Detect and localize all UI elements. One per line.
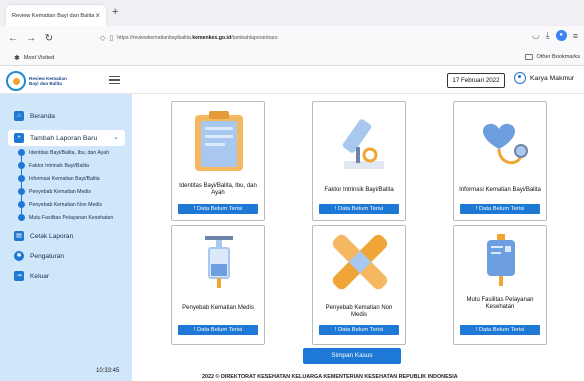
sidebar: ⌂ Beranda + Tambah Laporan Baru ⌄ Identi… xyxy=(0,94,132,381)
footer: 2022 © DIREKTORAT KESEHATAN KELUARGA KEM… xyxy=(202,374,458,380)
gear-icon: ✱ xyxy=(14,251,24,261)
lock-icon: ▯ xyxy=(109,35,114,42)
clipboard-icon xyxy=(180,108,258,174)
sidebar-item-cetak[interactable]: ▤ Cetak Laporan xyxy=(14,231,73,241)
sidebar-item-keluar[interactable]: ⇥ Keluar xyxy=(14,271,49,281)
gear-icon: ✱ xyxy=(14,55,20,62)
browser-tabbar: Review Kematian Bayi dan Balita × + xyxy=(0,0,584,26)
sidebar-item-label: Keluar xyxy=(30,272,50,280)
logout-icon: ⇥ xyxy=(14,271,24,281)
download-icon[interactable]: ⤓ xyxy=(546,30,550,41)
submenu-dot-icon xyxy=(18,201,25,208)
user-icon xyxy=(514,72,526,84)
stethoscope-icon xyxy=(462,108,540,174)
syringe-icon xyxy=(180,232,258,292)
submenu-item-identitas[interactable]: Identitas Bayi/Balita, Ibu, dan Ayah xyxy=(18,149,109,156)
status-badge: ! Data Belum Terisi xyxy=(178,325,258,335)
card-title: Mutu Fasilitas Pelayanan Kesehatan xyxy=(466,297,534,310)
card-medis[interactable]: Penyebab Kematian Medis ! Data Belum Ter… xyxy=(171,225,265,345)
card-informasi[interactable]: Informasi Kematian Bayi/Balita ! Data Be… xyxy=(453,101,547,221)
url-domain: kemenkes.go.id xyxy=(192,35,232,41)
submenu-label: Faktor Intrinsik Bayi/Balita xyxy=(29,162,89,169)
submenu-item-mutu[interactable]: Mutu Fasilitas Pelayanan Kesehatan xyxy=(18,214,113,221)
browser-tab[interactable]: Review Kematian Bayi dan Balita × xyxy=(6,5,106,26)
sidebar-item-label: Cetak Laporan xyxy=(30,232,74,240)
submenu-dot-icon xyxy=(18,149,25,156)
add-document-icon: + xyxy=(14,133,24,143)
back-icon[interactable]: ← xyxy=(4,33,22,44)
url-prefix: https://reviewkematianbayibalita. xyxy=(117,35,193,41)
submenu-label: Informasi Kematian Bayi/Balita xyxy=(29,175,100,182)
sidebar-item-pengaturan[interactable]: ✱ Pengaturan xyxy=(14,251,64,261)
clock: 10:33:45 xyxy=(96,368,120,374)
folder-icon xyxy=(525,54,534,60)
status-badge: ! Data Belum Terisi xyxy=(319,204,399,214)
sidebar-item-label: Beranda xyxy=(30,112,55,120)
user-menu[interactable]: Karya Makmur xyxy=(514,72,574,84)
pocket-icon[interactable]: ◡ xyxy=(532,30,540,41)
logo-line-2: Bayi dan Balita xyxy=(29,81,62,86)
bookmark-other[interactable]: Other Bookmarks xyxy=(525,54,580,60)
shield-icon: ◇ xyxy=(100,35,106,42)
card-title: Penyebab Kematian Medis xyxy=(182,305,254,311)
card-title: Penyebab Kematian Non Medis xyxy=(325,305,393,318)
bookmark-label: Other Bookmarks xyxy=(536,54,580,60)
status-badge: ! Data Belum Terisi xyxy=(460,204,540,214)
sidebar-item-label: Pengaturan xyxy=(30,252,65,260)
bookmark-label: Most Visited xyxy=(23,55,55,61)
account-icon[interactable]: ● xyxy=(555,30,567,41)
hamburger-menu-icon[interactable] xyxy=(109,76,120,84)
date-display: 17 Februari 2022 xyxy=(447,73,505,88)
card-non-medis[interactable]: Penyebab Kematian Non Medis ! Data Belum… xyxy=(312,225,406,345)
submenu-label: Mutu Fasilitas Pelayanan Kesehatan xyxy=(29,214,114,221)
save-button[interactable]: Simpan Kasus xyxy=(303,348,401,364)
submenu-item-medis[interactable]: Penyebab Kematian Medis xyxy=(18,188,91,195)
bookmark-most-visited[interactable]: ✱ Most Visited xyxy=(14,54,54,62)
submenu-item-informasi[interactable]: Informasi Kematian Bayi/Balita xyxy=(18,175,100,182)
close-tab-icon[interactable]: × xyxy=(95,11,100,20)
main-content: Identitas Bayi/Balita, Ibu, dan Ayah ! D… xyxy=(132,94,584,381)
card-title: Identitas Bayi/Balita, Ibu, dan Ayah xyxy=(179,183,257,196)
card-identitas[interactable]: Identitas Bayi/Balita, Ibu, dan Ayah ! D… xyxy=(171,101,265,221)
submenu-dot-icon xyxy=(18,162,25,169)
submenu-item-faktor[interactable]: Faktor Intrinsik Bayi/Balita xyxy=(18,162,89,169)
card-title: Faktor Intrinsik Bayi/Balita xyxy=(324,187,394,193)
printer-icon: ▤ xyxy=(14,231,24,241)
card-mutu[interactable]: Mutu Fasilitas Pelayanan Kesehatan ! Dat… xyxy=(453,225,547,345)
microscope-icon xyxy=(321,108,399,174)
bookmarks-bar: ✱ Most Visited Other Bookmarks xyxy=(0,50,584,66)
logo-text: Review Kematian Bayi dan Balita xyxy=(29,76,67,86)
address-bar[interactable]: ◇ ▯ https://reviewkematianbayibalita. kem… xyxy=(100,30,512,46)
app-logo[interactable]: Review Kematian Bayi dan Balita xyxy=(6,70,72,92)
new-tab-icon[interactable]: + xyxy=(112,6,118,18)
logo-icon xyxy=(6,71,26,91)
iv-bag-icon xyxy=(462,232,540,288)
app-header: Review Kematian Bayi dan Balita 17 Febru… xyxy=(0,66,584,94)
bandage-icon xyxy=(321,232,399,292)
reload-icon[interactable]: ↻ xyxy=(40,33,58,44)
submenu-label: Identitas Bayi/Balita, Ibu, dan Ayah xyxy=(29,149,110,156)
home-icon: ⌂ xyxy=(14,111,24,121)
submenu-label: Penyebab Kematian Medis xyxy=(29,188,91,195)
submenu-item-non-medis[interactable]: Penyebab Kematian Non Medis xyxy=(18,201,102,208)
sidebar-item-tambah-laporan[interactable]: + Tambah Laporan Baru ⌄ xyxy=(8,130,125,146)
submenu-dot-icon xyxy=(18,188,25,195)
status-badge: ! Data Belum Terisi xyxy=(178,204,258,214)
forward-icon[interactable]: → xyxy=(22,33,40,44)
browser-actions: ◡ ⤓ ● ≡ xyxy=(532,30,578,41)
chevron-down-icon: ⌄ xyxy=(113,134,119,141)
tab-title: Review Kematian Bayi dan Balita xyxy=(12,12,95,19)
user-name: Karya Makmur xyxy=(530,74,575,82)
submenu-label: Penyebab Kematian Non Medis xyxy=(29,201,102,208)
url-path: /tambahlaporanbaru xyxy=(231,35,278,41)
submenu-dot-icon xyxy=(18,175,25,182)
card-faktor[interactable]: Faktor Intrinsik Bayi/Balita ! Data Belu… xyxy=(312,101,406,221)
card-title: Informasi Kematian Bayi/Balita xyxy=(459,187,541,193)
sidebar-item-beranda[interactable]: ⌂ Beranda xyxy=(14,111,55,121)
status-badge: ! Data Belum Terisi xyxy=(319,325,399,335)
status-badge: ! Data Belum Terisi xyxy=(460,325,540,335)
sidebar-item-label: Tambah Laporan Baru xyxy=(30,134,98,142)
menu-icon[interactable]: ≡ xyxy=(573,31,578,41)
submenu-dot-icon xyxy=(18,214,25,221)
